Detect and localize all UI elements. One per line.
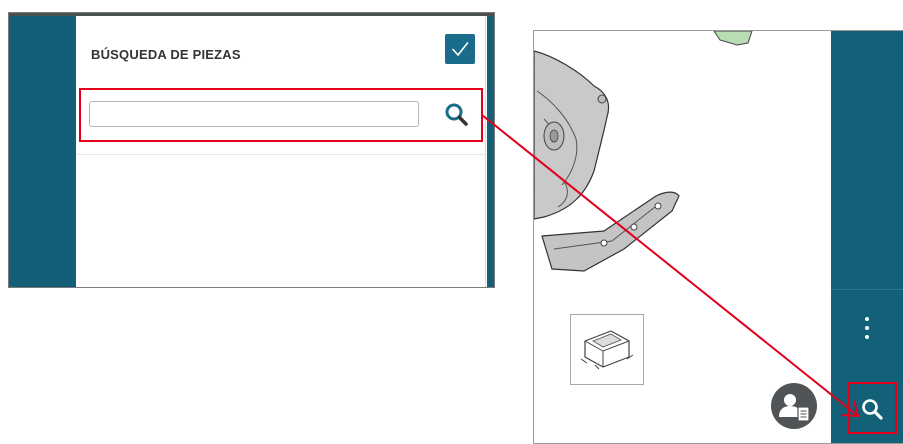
- user-documents-button[interactable]: [771, 383, 817, 429]
- panel-right-divider: [485, 16, 486, 287]
- panel-top-bar: [9, 13, 494, 16]
- search-row-highlight: [79, 88, 483, 142]
- parts-catalog-view: [533, 30, 903, 444]
- checkmark-icon: [452, 42, 469, 56]
- panel-right-strip: [487, 16, 494, 287]
- magnifier-icon[interactable]: [443, 101, 471, 129]
- more-vertical-icon[interactable]: [860, 317, 874, 347]
- parts-search-input[interactable]: [89, 101, 419, 127]
- parts-search-panel-zoom: BÚSQUEDA DE PIEZAS: [8, 12, 495, 288]
- part-thumbnail[interactable]: [570, 314, 644, 385]
- user-document-icon: [779, 394, 810, 422]
- panel-left-strip: [9, 16, 76, 287]
- search-button-highlight: [848, 382, 897, 434]
- magnifier-icon[interactable]: [859, 396, 887, 424]
- panel-title: BÚSQUEDA DE PIEZAS: [91, 47, 241, 62]
- control-unit-icon: [580, 330, 634, 370]
- confirm-button[interactable]: [445, 34, 475, 64]
- panel-divider: [76, 154, 485, 155]
- toolbar-separator: [831, 289, 903, 290]
